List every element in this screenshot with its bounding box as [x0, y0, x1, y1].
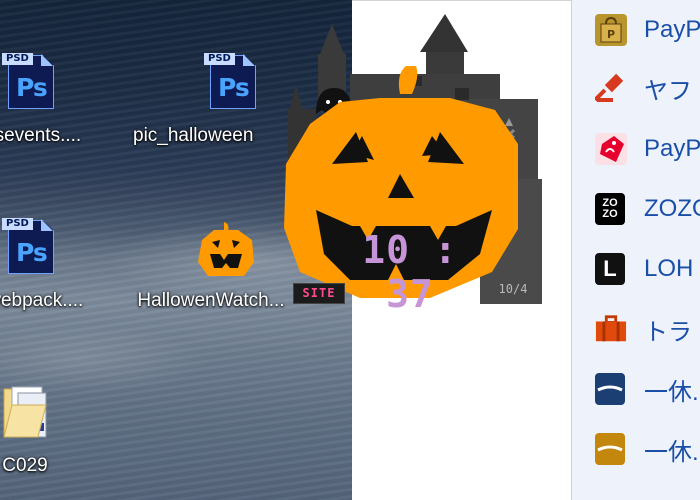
sidebar-item-paypay-fleamarket[interactable]: PayP	[572, 124, 700, 174]
sidebar-item-lohaco[interactable]: L LOH	[572, 244, 700, 294]
suitcase-icon	[595, 313, 627, 345]
psd-file-icon: PSD Ps	[2, 218, 54, 274]
sidebar-item-ikyu[interactable]: 一休.	[572, 364, 700, 414]
screen: PSDPs _fsevents.... PSDPs pic_halloween …	[0, 0, 700, 500]
sidebar-item-travel[interactable]: トラ	[572, 304, 700, 354]
shopping-bag-icon: P	[595, 14, 627, 46]
desktop-icon-label: C029	[2, 455, 48, 476]
window-top-border	[352, 0, 571, 1]
clock-time: 10 : 37	[362, 228, 458, 316]
svg-text:P: P	[607, 28, 615, 41]
desktop-icon-label: _fsevents....	[0, 125, 82, 146]
desktop-icon-label: _webpack....	[0, 290, 84, 311]
sidebar-item-zozotown[interactable]: ZO ZO ZOZO	[572, 184, 700, 234]
ikyu-icon	[595, 373, 625, 405]
psd-file-icon: PSD Ps	[204, 53, 256, 109]
ikyu-restaurant-icon	[595, 433, 625, 465]
pumpkin-app-icon	[194, 218, 258, 288]
lohaco-icon: L	[595, 253, 625, 285]
desktop-icon-label: pic_halloween	[133, 125, 254, 146]
folder-icon	[2, 385, 48, 447]
desktop-icon-label: HallowenWatch...	[137, 290, 285, 311]
paypay-tag-icon	[595, 133, 627, 165]
site-button[interactable]: SITE	[293, 283, 345, 304]
browser-sidebar: P PayP ヤフ PayP ZO ZO ZOZO L L	[571, 0, 700, 500]
psd-file-icon: PSD Ps	[2, 53, 54, 109]
sidebar-item-ikyu-restaurant[interactable]: 一休.	[572, 424, 700, 474]
zozo-icon: ZO ZO	[595, 193, 625, 225]
sidebar-item-paypay-mall[interactable]: P PayP	[572, 5, 700, 55]
clock-date: 10/4	[498, 282, 528, 296]
sidebar-item-yahoo-auction[interactable]: ヤフ	[572, 63, 700, 113]
auction-hammer-icon	[595, 72, 627, 104]
